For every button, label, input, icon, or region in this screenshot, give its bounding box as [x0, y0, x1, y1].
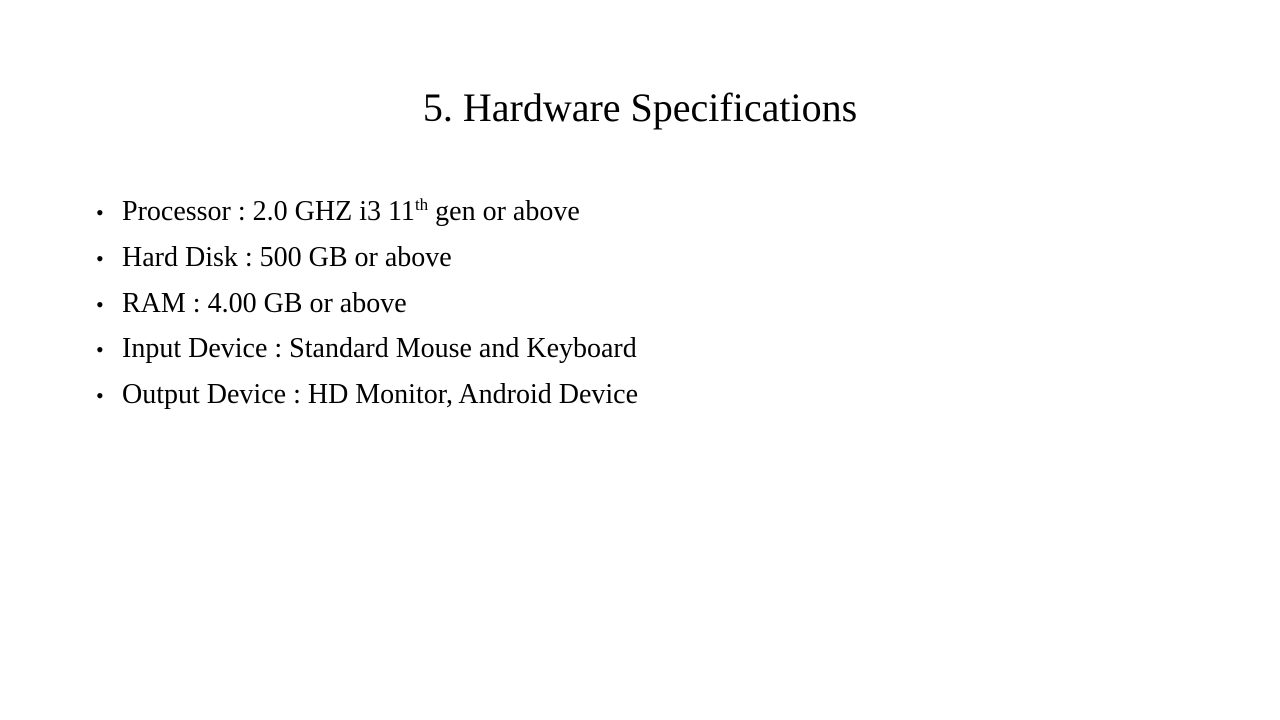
bullet-text-main: Processor : 2.0 GHZ i3 11 [122, 196, 415, 227]
list-item-output-device: • Output Device : HD Monitor, Android De… [96, 373, 638, 419]
bullet-text: RAM : 4.00 GB or above [122, 287, 407, 319]
bullet-icon: • [96, 245, 104, 271]
bullet-text-rest: gen or above [428, 196, 580, 227]
bullet-text: Hard Disk : 500 GB or above [122, 241, 452, 273]
bullet-icon: • [96, 383, 104, 409]
bullet-icon: • [96, 337, 104, 363]
slide-title: 5. Hardware Specifications [422, 85, 858, 130]
bullet-text: Input Device : Standard Mouse and Keyboa… [122, 333, 637, 365]
bullet-text: Processor : 2.0 GHZ i3 11th gen or above [122, 190, 580, 235]
bullet-text: Output Device : HD Monitor, Android Devi… [122, 379, 639, 411]
slide: 5. Hardware Specifications • Processor :… [0, 0, 1280, 720]
list-item-input-device: • Input Device : Standard Mouse and Keyb… [96, 327, 638, 373]
bullet-icon: • [96, 200, 104, 225]
bullet-list: • Processor : 2.0 GHZ i3 11th gen or abo… [96, 190, 638, 419]
bullet-icon: • [96, 291, 104, 317]
list-item-hard-disk: • Hard Disk : 500 GB or above [96, 236, 638, 282]
ordinal-superscript: th [414, 195, 429, 214]
list-item-ram: • RAM : 4.00 GB or above [96, 282, 638, 328]
list-item-processor: • Processor : 2.0 GHZ i3 11th gen or abo… [96, 190, 638, 236]
